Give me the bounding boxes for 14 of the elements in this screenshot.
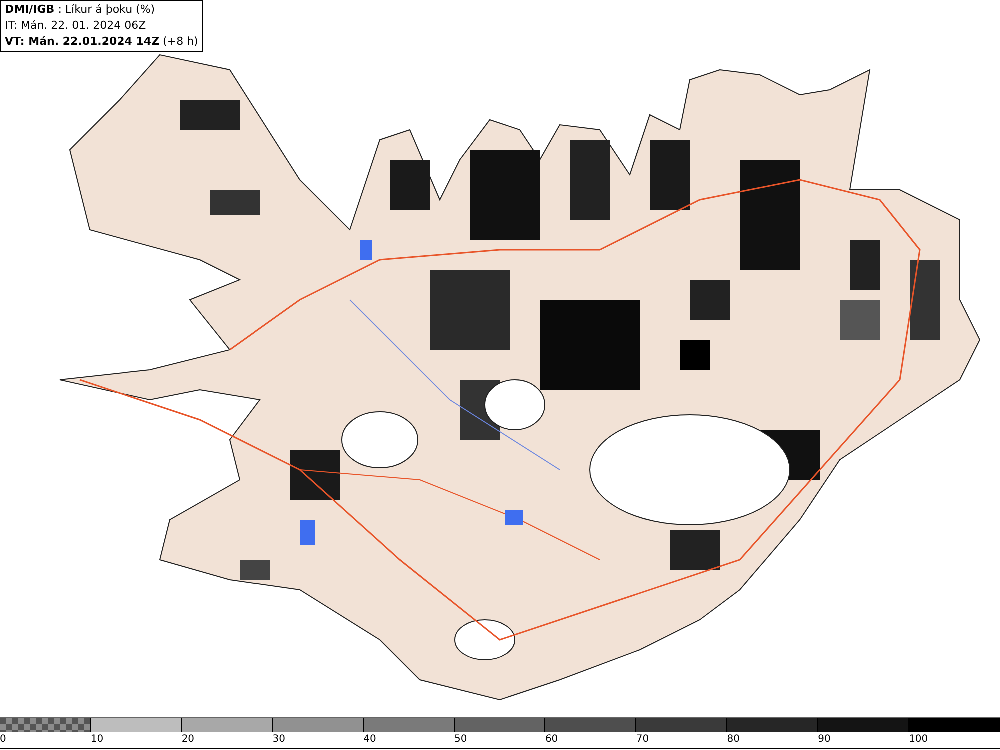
header-text: IT: Mán. 22. 01. 2024 06Z: [5, 18, 148, 34]
legend-label: 90: [818, 733, 831, 747]
legend-label: 40: [364, 733, 376, 747]
legend-label: 70: [636, 733, 650, 747]
legend-label: 0: [0, 733, 6, 747]
legend-label: 50: [454, 733, 468, 747]
legend-label: 80: [727, 733, 740, 747]
legend-label: 10: [90, 733, 104, 747]
legend-label: 20: [182, 733, 195, 747]
header-text: VT: Mán. 22.01.2024 14Z (+8 h): [5, 34, 198, 50]
header-text: DMI/IGB : Líkur á þoku (%): [5, 2, 156, 18]
legend-label: 60: [545, 733, 558, 747]
legend-label: 30: [272, 733, 286, 747]
legend-label: 100: [909, 733, 928, 747]
